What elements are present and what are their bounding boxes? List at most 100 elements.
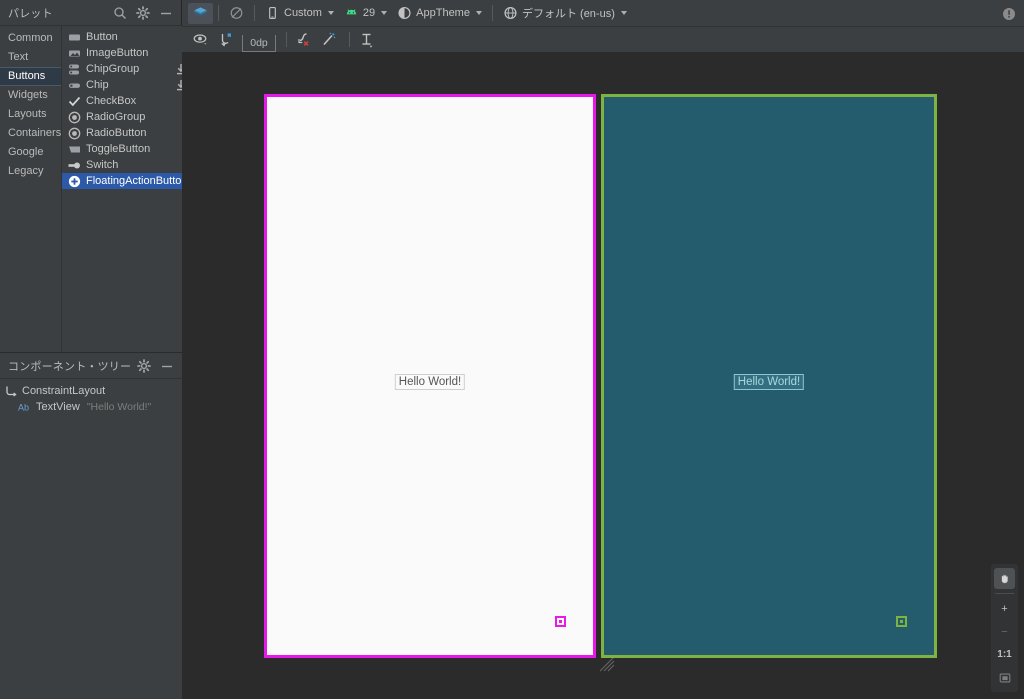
palette-category-widgets[interactable]: Widgets [0, 86, 61, 105]
palette-item-label: Button [86, 31, 118, 43]
palette-category-legacy[interactable]: Legacy [0, 162, 61, 181]
textview-hello-world[interactable]: Hello World! [394, 374, 466, 390]
show-constraints-button[interactable] [190, 30, 212, 50]
palette-item-checkbox[interactable]: CheckBox [62, 93, 192, 109]
preview-config-toolbar: Custom 29 AppTheme デフォルト (en-us) [182, 0, 1024, 27]
chip-icon [68, 79, 81, 92]
palette-category-common[interactable]: Common [0, 29, 61, 48]
minimize-icon[interactable] [159, 6, 173, 20]
search-icon[interactable] [113, 6, 127, 20]
palette-item-list: Button ImageButton ChipGroup Chip CheckB… [62, 26, 192, 352]
design-mode-button[interactable] [188, 2, 213, 24]
design-surface[interactable]: Hello World! Hello World! + − 1:1 [182, 54, 1024, 699]
palette-title: パレット [8, 7, 53, 20]
preview-device-dark[interactable]: Hello World! [601, 94, 937, 658]
palette-item-radiogroup[interactable]: RadioGroup [62, 109, 192, 125]
palette-item-togglebutton[interactable]: ToggleButton [62, 141, 192, 157]
floating-action-button-icon [68, 175, 81, 188]
left-tool-column: パレット Common Text Buttons Widgets Layouts… [0, 0, 192, 699]
toolbar-separator [491, 5, 493, 21]
palette-item-button[interactable]: Button [62, 29, 192, 45]
minimize-icon[interactable] [160, 359, 174, 373]
clear-constraints-button[interactable] [293, 30, 315, 50]
palette-item-label: ImageButton [86, 47, 149, 59]
chevron-down-icon [620, 11, 627, 15]
phone-icon [265, 6, 280, 21]
layers-icon [193, 6, 208, 21]
surface-resize-handle[interactable] [598, 655, 616, 673]
switch-icon [68, 159, 81, 172]
palette-category-containers[interactable]: Containers [0, 124, 61, 143]
chevron-down-icon [327, 11, 334, 15]
zoom-separator [995, 593, 1014, 594]
constraint-anchor-marker[interactable] [555, 616, 566, 627]
toolbar-separator [218, 5, 219, 21]
radio-group-icon [68, 111, 81, 124]
toolbar-separator [254, 5, 255, 21]
palette-item-label: ToggleButton [86, 143, 151, 155]
tree-node-label: TextView [36, 401, 80, 413]
zoom-out-button[interactable]: − [994, 621, 1015, 642]
zoom-in-button[interactable]: + [994, 598, 1015, 619]
component-tree-header: コンポーネント・ツリー [0, 353, 182, 379]
palette-category-layouts[interactable]: Layouts [0, 105, 61, 124]
component-tree-panel: コンポーネント・ツリー ConstraintLayout Ab TextView… [0, 352, 182, 699]
image-button-icon [68, 47, 81, 60]
locale-selector[interactable]: デフォルト (en-us) [498, 3, 632, 24]
constraint-anchor-marker[interactable] [896, 616, 907, 627]
gear-icon[interactable] [136, 5, 150, 20]
button-icon [68, 31, 81, 44]
gear-icon[interactable] [137, 358, 151, 373]
blueprint-mode-button[interactable] [224, 3, 249, 24]
tree-node-sublabel: "Hello World!" [86, 401, 152, 413]
default-margin-field[interactable]: 0dp [242, 34, 276, 52]
palette-item-label: Chip [86, 79, 109, 91]
android-studio-layout-editor: パレット Common Text Buttons Widgets Layouts… [0, 0, 1024, 699]
palette-item-imagebutton[interactable]: ImageButton [62, 45, 192, 61]
palette-category-list: Common Text Buttons Widgets Layouts Cont… [0, 26, 62, 352]
palette-item-chip[interactable]: Chip [62, 77, 192, 93]
constraint-layout-icon [4, 384, 18, 398]
palette-category-text[interactable]: Text [0, 48, 61, 67]
palette-item-radiobutton[interactable]: RadioButton [62, 125, 192, 141]
checkbox-icon [68, 95, 81, 108]
constraint-tools-toolbar: 0dp [182, 27, 1024, 53]
globe-icon [503, 6, 518, 21]
tree-node-textview[interactable]: Ab TextView "Hello World!" [4, 399, 182, 415]
tree-node-label: ConstraintLayout [22, 385, 106, 397]
palette-item-label: FloatingActionButton [86, 175, 188, 187]
preview-device-light[interactable]: Hello World! [264, 94, 596, 658]
guidelines-button[interactable] [356, 30, 378, 50]
no-blueprint-icon [229, 6, 244, 21]
margin-value: 0dp [250, 36, 268, 49]
infer-constraints-button[interactable] [318, 30, 340, 50]
component-tree-body: ConstraintLayout Ab TextView "Hello Worl… [0, 379, 182, 415]
toolbar-separator [349, 32, 350, 47]
chevron-down-icon [381, 11, 388, 15]
palette-body: Common Text Buttons Widgets Layouts Cont… [0, 26, 192, 352]
palette-item-switch[interactable]: Switch [62, 157, 192, 173]
android-icon [344, 6, 359, 21]
api-level-selector[interactable]: 29 [339, 3, 392, 24]
chip-group-icon [68, 63, 81, 76]
autoconnect-button[interactable] [215, 30, 237, 50]
textview-hello-world[interactable]: Hello World! [733, 374, 805, 390]
palette-item-label: RadioGroup [86, 111, 146, 123]
palette-item-label: RadioButton [86, 127, 147, 139]
info-icon[interactable] [1002, 7, 1016, 21]
palette-item-label: CheckBox [86, 95, 137, 107]
palette-category-google[interactable]: Google [0, 143, 61, 162]
radio-button-icon [68, 127, 81, 140]
zoom-controls: + − 1:1 [991, 564, 1018, 692]
palette-category-buttons[interactable]: Buttons [0, 67, 61, 86]
theme-contrast-icon [397, 6, 412, 21]
pan-hand-icon[interactable] [994, 568, 1015, 589]
zoom-to-fit-icon[interactable] [994, 667, 1015, 688]
device-selector[interactable]: Custom [260, 3, 339, 24]
palette-item-floatingactionbutton[interactable]: FloatingActionButton [62, 173, 192, 189]
zoom-actual-size-button[interactable]: 1:1 [994, 644, 1015, 665]
tree-node-constraintlayout[interactable]: ConstraintLayout [4, 383, 182, 399]
palette-item-chipgroup[interactable]: ChipGroup [62, 61, 192, 77]
svg-text:Ab: Ab [18, 403, 29, 413]
theme-selector[interactable]: AppTheme [392, 3, 487, 24]
